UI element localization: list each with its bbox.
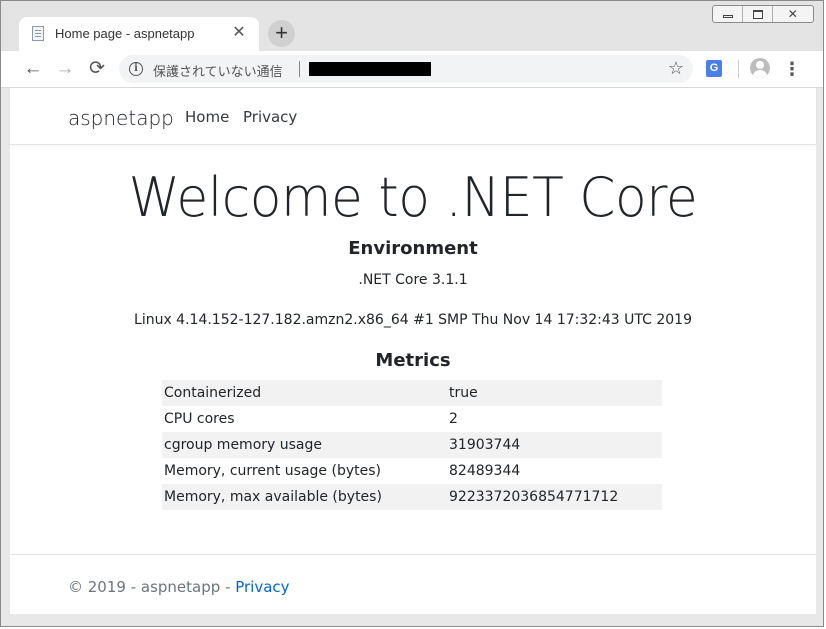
- profile-avatar-icon[interactable]: [750, 58, 770, 78]
- close-window-button[interactable]: ✕: [773, 6, 813, 22]
- table-row: Memory, current usage (bytes) 82489344: [162, 458, 662, 484]
- copyright-text: © 2019 - aspnetapp -: [68, 578, 236, 596]
- runtime-version: .NET Core 3.1.1: [358, 272, 468, 288]
- info-icon[interactable]: i: [129, 62, 143, 76]
- metric-value: 2: [449, 411, 458, 427]
- security-status-text: 保護されていない通信: [153, 64, 283, 79]
- metric-label: cgroup memory usage: [164, 437, 322, 453]
- browser-window: Home page - aspnetapp ✕ + ✕ ← → ⟳ i 保護され…: [0, 0, 824, 627]
- metric-label: Memory, current usage (bytes): [164, 463, 381, 479]
- table-row: CPU cores 2: [162, 406, 662, 432]
- browser-toolbar: ← → ⟳ i 保護されていない通信 ☆ G ⋮: [1, 51, 823, 88]
- metric-label: CPU cores: [164, 411, 235, 427]
- metrics-heading: Metrics: [375, 350, 451, 371]
- table-row: Memory, max available (bytes) 9223372036…: [162, 484, 662, 510]
- metric-label: Containerized: [164, 385, 262, 401]
- nav-link-home[interactable]: Home: [185, 108, 229, 126]
- nav-link-privacy[interactable]: Privacy: [243, 108, 297, 126]
- close-icon[interactable]: ✕: [229, 23, 249, 43]
- new-tab-button[interactable]: +: [268, 20, 295, 47]
- brand-link[interactable]: aspnetapp: [68, 106, 174, 130]
- star-icon[interactable]: ☆: [668, 58, 684, 79]
- metric-value: true: [449, 385, 478, 401]
- address-bar[interactable]: i 保護されていない通信 ☆: [119, 55, 693, 83]
- table-row: Containerized true: [162, 380, 662, 406]
- table-row: cgroup memory usage 31903744: [162, 432, 662, 458]
- forward-button[interactable]: →: [52, 56, 78, 82]
- maximize-button[interactable]: [743, 6, 773, 22]
- metric-value: 31903744: [449, 437, 521, 453]
- redacted-url: [309, 62, 431, 76]
- metric-label: Memory, max available (bytes): [164, 489, 382, 505]
- tab-title: Home page - aspnetapp: [55, 26, 195, 41]
- site-footer: © 2019 - aspnetapp - Privacy: [10, 554, 816, 615]
- page-viewport: aspnetapp Home Privacy Welcome to .NET C…: [10, 88, 816, 614]
- footer-text: © 2019 - aspnetapp - Privacy: [68, 578, 290, 596]
- tab-strip: Home page - aspnetapp ✕ + ✕: [1, 1, 823, 51]
- footer-privacy-link[interactable]: Privacy: [235, 578, 289, 596]
- reload-button[interactable]: ⟳: [84, 56, 110, 82]
- page-title: Welcome to .NET Core: [128, 166, 698, 229]
- metric-value: 82489344: [449, 463, 521, 479]
- back-button[interactable]: ←: [20, 56, 46, 82]
- address-divider: [299, 61, 300, 77]
- metrics-table: Containerized true CPU cores 2 cgroup me…: [162, 380, 662, 510]
- os-description: Linux 4.14.152-127.182.amzn2.x86_64 #1 S…: [134, 312, 692, 328]
- translate-icon[interactable]: G: [706, 60, 722, 77]
- menu-icon[interactable]: ⋮: [782, 57, 802, 81]
- site-navbar: aspnetapp Home Privacy: [10, 88, 816, 145]
- tab-home-page[interactable]: Home page - aspnetapp ✕: [19, 17, 259, 51]
- toolbar-divider: [738, 60, 739, 78]
- minimize-button[interactable]: [713, 6, 743, 22]
- page-icon: [32, 26, 44, 41]
- metric-value: 9223372036854771712: [449, 489, 619, 505]
- window-controls: ✕: [712, 5, 814, 23]
- environment-heading: Environment: [348, 238, 478, 259]
